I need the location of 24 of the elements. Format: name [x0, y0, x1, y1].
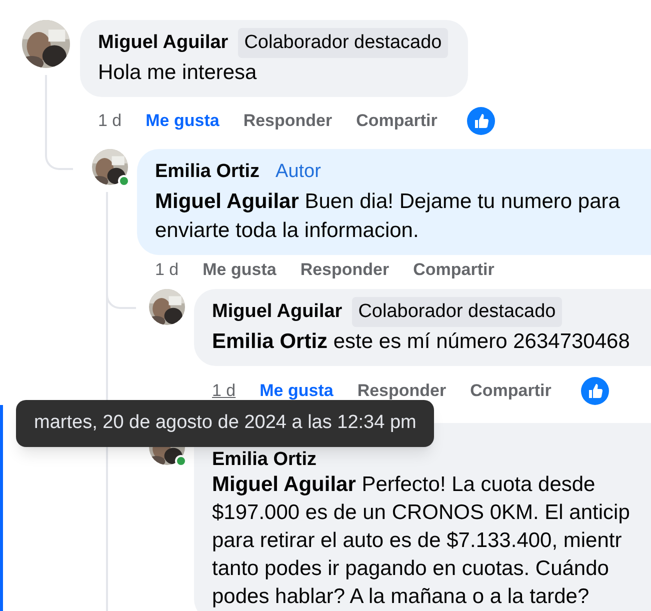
author-label: Autor: [274, 160, 322, 184]
reply-button[interactable]: Responder: [357, 379, 446, 403]
share-button[interactable]: Compartir: [470, 379, 552, 403]
timestamp-link[interactable]: 1 d: [155, 258, 179, 282]
reply-button[interactable]: Responder: [243, 109, 332, 133]
timestamp-link[interactable]: 1 d: [98, 109, 122, 133]
author-name[interactable]: Miguel Aguilar: [98, 28, 228, 58]
top-fan-badge: Colaborador destacado: [352, 296, 562, 328]
comment-text: Hola me interesa: [98, 60, 258, 86]
author-name[interactable]: Miguel Aguilar: [212, 298, 342, 326]
date-tooltip: martes, 20 de agosto de 2024 a las 12:34 pm: [16, 400, 434, 447]
author-name[interactable]: Emilia Ortiz: [212, 446, 317, 474]
comment-text: Emilia Ortiz este es mí número 2634730468: [212, 329, 631, 355]
timestamp-link[interactable]: 1 d: [212, 379, 236, 403]
like-button[interactable]: Me gusta: [146, 109, 220, 133]
share-button[interactable]: Compartir: [356, 109, 438, 133]
top-fan-badge: Colaborador destacado: [238, 28, 448, 58]
like-button[interactable]: Me gusta: [260, 379, 334, 403]
like-button[interactable]: Me gusta: [202, 258, 276, 282]
reply-button[interactable]: Responder: [300, 258, 390, 282]
author-name[interactable]: Emilia Ortiz: [155, 158, 260, 186]
comment-text: Miguel Aguilar Perfecto! La cuota desde $197.000 es de un CRONOS 0KM. El anticip para retirar el auto es de $7.133.400, mientr tanto podes ir pagando en cuotas. Cuándo podes hablar? A la mañana o a la tarde?: [212, 472, 631, 610]
comment-text: Miguel Aguilar Buen dia! Dejame tu numero para enviarte toda la informacion.: [155, 189, 621, 244]
share-button[interactable]: Compartir: [413, 258, 494, 282]
